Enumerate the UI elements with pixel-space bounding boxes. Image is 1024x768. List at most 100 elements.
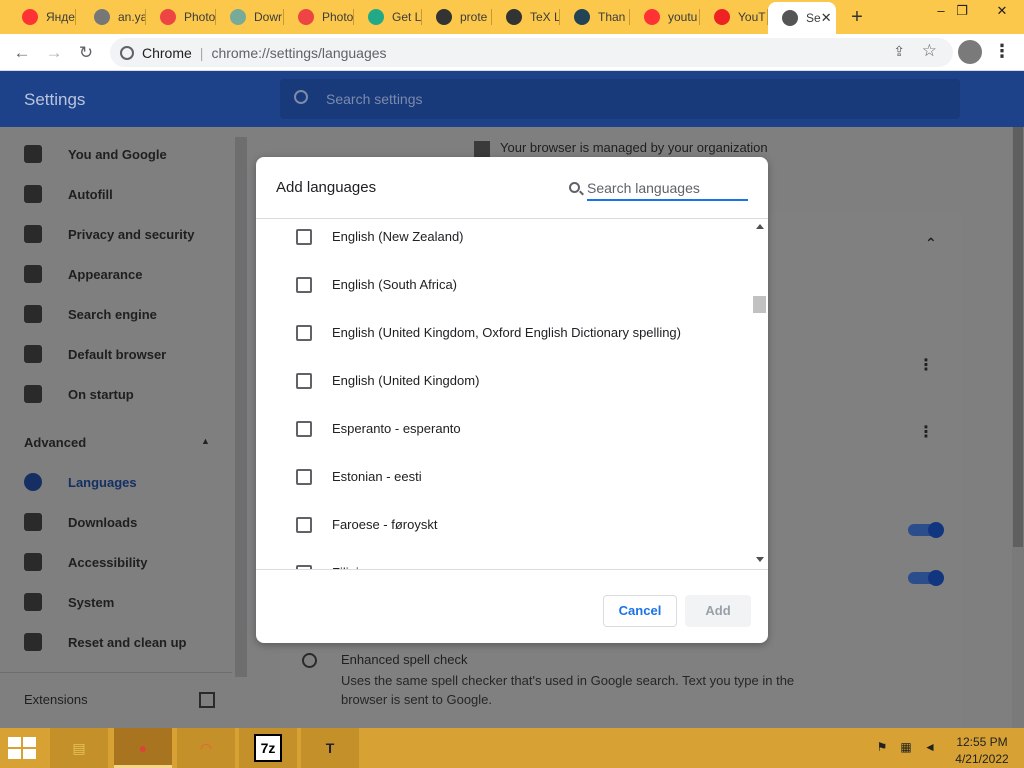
tab[interactable]: prote: [422, 4, 492, 30]
scroll-down-arrow-icon[interactable]: [756, 557, 764, 562]
language-row[interactable]: English (New Zealand): [256, 219, 752, 261]
new-tab-button[interactable]: +: [846, 6, 868, 29]
tab[interactable]: Photo: [146, 4, 216, 30]
language-row[interactable]: Estonian - eesti: [256, 453, 752, 501]
clock-time[interactable]: 12:55 PM: [946, 735, 1018, 749]
close-tab-icon[interactable]: ✕: [821, 10, 832, 26]
page-scrollbar[interactable]: [1012, 127, 1024, 728]
language-checkbox[interactable]: [296, 229, 312, 245]
tab[interactable]: Dowr: [216, 4, 284, 30]
sidebar-item-on-startup[interactable]: On startup: [0, 378, 232, 410]
language-more-icon[interactable]: ⋮: [918, 355, 934, 375]
tab-label: Than: [598, 10, 626, 24]
toggle-switch[interactable]: [908, 570, 944, 586]
language-checkbox[interactable]: [296, 373, 312, 389]
sidebar-item-appearance[interactable]: Appearance: [0, 258, 232, 290]
back-button[interactable]: ←: [10, 41, 34, 65]
sidebar-scrollbar[interactable]: [235, 137, 247, 677]
managed-suffix: by your organization: [650, 140, 768, 155]
managed-link[interactable]: Your browser is managed: [500, 140, 647, 155]
scroll-up-arrow-icon[interactable]: [756, 224, 764, 229]
clock-date[interactable]: 4/21/2022: [946, 752, 1018, 766]
language-list-scrollbar[interactable]: [752, 219, 768, 569]
language-checkbox[interactable]: [296, 469, 312, 485]
tab[interactable]: YouT: [700, 4, 768, 30]
settings-search-box[interactable]: Search settings: [280, 79, 960, 119]
wrench-icon: [24, 593, 42, 611]
profile-avatar-icon[interactable]: [958, 40, 982, 64]
language-row[interactable]: Esperanto - esperanto: [256, 405, 752, 453]
sidebar-item-label: Default browser: [68, 346, 167, 362]
enhanced-spell-radio[interactable]: [302, 653, 317, 668]
forward-button[interactable]: →: [42, 41, 66, 65]
sidebar-item-search-engine[interactable]: Search engine: [0, 298, 232, 330]
toggle-switch[interactable]: [908, 522, 944, 538]
site-label: Chrome: [142, 44, 192, 61]
yandex-icon: [22, 9, 38, 25]
scrollbar-thumb[interactable]: [753, 296, 766, 313]
search-languages-input[interactable]: [587, 177, 748, 201]
tab[interactable]: Янде: [8, 4, 76, 30]
clipboard-icon: [24, 185, 42, 203]
tab[interactable]: Photo: [284, 4, 354, 30]
cancel-button[interactable]: Cancel: [603, 595, 677, 627]
address-bar[interactable]: Chrome | chrome://settings/languages ⇪ ☆: [110, 38, 953, 67]
taskbar-app-button[interactable]: T: [301, 728, 359, 768]
windows-start-icon[interactable]: [8, 737, 38, 759]
language-row[interactable]: English (South Africa): [256, 261, 752, 309]
sidebar-item-autofill[interactable]: Autofill: [0, 178, 232, 210]
globe-icon: [24, 473, 42, 491]
open-in-new-icon[interactable]: [199, 692, 215, 708]
language-checkbox[interactable]: [296, 325, 312, 341]
network-alert-icon[interactable]: ▦: [898, 740, 914, 756]
dialog-divider: [256, 569, 768, 570]
scrollbar-thumb[interactable]: [1013, 127, 1023, 547]
url-text[interactable]: chrome://settings/languages: [211, 45, 386, 61]
tab[interactable]: Get L: [354, 4, 422, 30]
enhanced-spell-description: Uses the same spell checker that's used …: [341, 673, 795, 707]
close-window-button[interactable]: ✕: [985, 0, 1019, 22]
bookmark-star-icon[interactable]: ☆: [922, 41, 937, 61]
bird-icon: [368, 9, 384, 25]
kebab-menu-icon[interactable]: ⋮: [993, 41, 1011, 62]
language-row[interactable]: English (United Kingdom): [256, 357, 752, 405]
restore-button[interactable]: ❐: [945, 0, 979, 22]
chevron-up-icon[interactable]: ▲: [201, 436, 210, 446]
tab[interactable]: Se ✕: [768, 2, 836, 34]
extensions-link[interactable]: Extensions: [24, 692, 88, 707]
flag-alert-icon[interactable]: ⚑: [874, 740, 890, 756]
collapse-icon[interactable]: ⌃: [925, 235, 937, 252]
volume-muted-icon[interactable]: ◄: [922, 740, 938, 756]
sidebar-item-default-browser[interactable]: Default browser: [0, 338, 232, 370]
language-row[interactable]: Filipino: [256, 549, 752, 569]
taskbar-app-button[interactable]: 7z: [239, 728, 297, 768]
yandex-icon: [644, 9, 660, 25]
language-checkbox[interactable]: [296, 277, 312, 293]
tab[interactable]: youtu: [630, 4, 700, 30]
settings-title: Settings: [24, 90, 86, 109]
sidebar-item-downloads[interactable]: Downloads: [0, 506, 232, 538]
sidebar-item-you-and-google[interactable]: You and Google: [0, 138, 232, 170]
advanced-section-header[interactable]: Advanced: [24, 435, 86, 450]
reload-button[interactable]: ↻: [74, 41, 98, 65]
language-row[interactable]: Faroese - føroyskt: [256, 501, 752, 549]
tab[interactable]: TeX L: [492, 4, 560, 30]
sidebar-item-accessibility[interactable]: Accessibility: [0, 546, 232, 578]
tab[interactable]: an.ya: [80, 4, 146, 30]
tab[interactable]: Than: [560, 4, 630, 30]
tab-strip: Янде an.ya Photo Dowr Photo Get L prote TeX L Th…: [0, 0, 1024, 34]
share-icon[interactable]: ⇪: [893, 43, 905, 60]
language-more-icon[interactable]: ⋮: [918, 422, 934, 442]
taskbar-app-button[interactable]: ●: [114, 728, 172, 768]
taskbar-app-button[interactable]: ◠: [177, 728, 235, 768]
add-button[interactable]: Add: [685, 595, 751, 627]
taskbar-app-button[interactable]: ▤: [50, 728, 108, 768]
language-checkbox[interactable]: [296, 517, 312, 533]
sidebar-item-label: Reset and clean up: [68, 634, 187, 650]
sidebar-item-system[interactable]: System: [0, 586, 232, 618]
language-checkbox[interactable]: [296, 421, 312, 437]
language-row[interactable]: English (United Kingdom, Oxford English …: [256, 309, 752, 357]
sidebar-item-privacy-and-security[interactable]: Privacy and security: [0, 218, 232, 250]
sidebar-item-reset-and-clean-up[interactable]: Reset and clean up: [0, 626, 232, 658]
sidebar-item-languages[interactable]: Languages: [0, 466, 232, 498]
